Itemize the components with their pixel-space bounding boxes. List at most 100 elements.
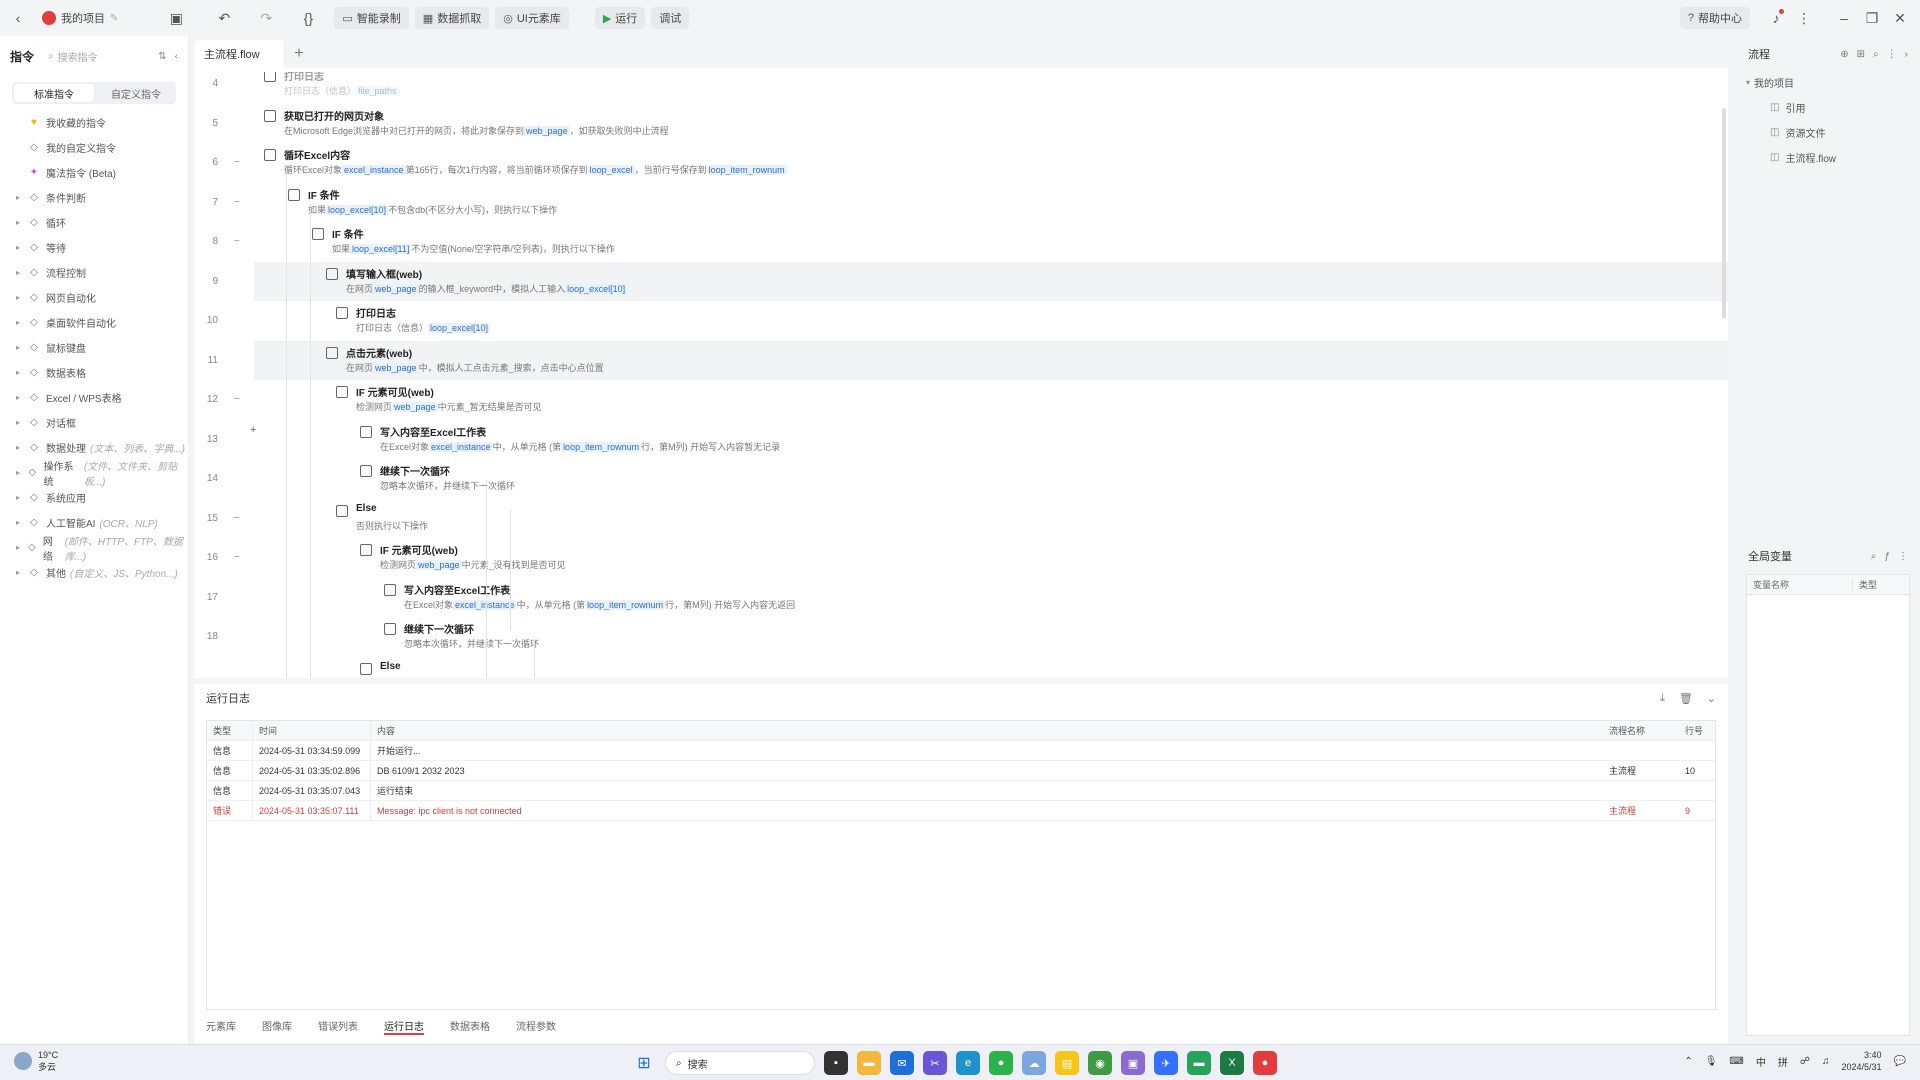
command-category-item[interactable]: ♥ 我收藏的指令 bbox=[0, 110, 188, 135]
taskbar-search[interactable]: ⌕ 搜索 bbox=[665, 1051, 815, 1075]
green-app-icon[interactable]: ▬ bbox=[1187, 1051, 1211, 1075]
fold-toggle[interactable]: − bbox=[234, 552, 240, 563]
flow-step-row[interactable]: 4 打印日志 打印日志（信息） file_paths bbox=[194, 72, 1728, 103]
volume-icon[interactable]: ♫ bbox=[1822, 1056, 1830, 1067]
search-icon[interactable]: ⌕ bbox=[1871, 551, 1877, 562]
flow-step-row[interactable]: 12− IF 元素可见(web) 检测网页 web_page 中元素_暂无结果是否可见 bbox=[194, 380, 1728, 419]
browser-icon[interactable]: ◉ bbox=[1088, 1051, 1112, 1075]
help-button[interactable]: ? 帮助中心 bbox=[1679, 7, 1750, 29]
add-tab-icon[interactable]: + bbox=[284, 40, 314, 68]
command-category-item[interactable]: ◇ 我的自定义指令 bbox=[0, 135, 188, 160]
windows-start-icon[interactable]: ⊞ bbox=[632, 1051, 656, 1075]
flow-step-row[interactable]: 14 继续下一次循环 忽略本次循环，并继续下一次循环 bbox=[194, 459, 1728, 498]
save-icon[interactable]: ▣ bbox=[162, 4, 190, 32]
insert-step-icon[interactable]: + bbox=[250, 424, 256, 436]
collapse-right-icon[interactable]: › bbox=[1905, 49, 1908, 60]
bottom-tab[interactable]: 流程参数 bbox=[516, 1018, 556, 1035]
flow-step-row[interactable]: 9 填写输入框(web) 在网页 web_page 的输入框_keyword中，模拟人工… bbox=[212, 261, 1728, 301]
snipping-icon[interactable]: ✂ bbox=[923, 1051, 947, 1075]
command-category-item[interactable]: ▸ ◇ 鼠标键盘 bbox=[0, 335, 188, 360]
command-category-item[interactable]: ▸ ◇ 操作系统 (文件、文件夹、剪贴板...) bbox=[0, 460, 188, 488]
command-category-item[interactable]: ▸ ◇ 对话框 bbox=[0, 410, 188, 435]
run-button[interactable]: ▶ 运行 bbox=[594, 7, 646, 29]
bottom-tab[interactable]: 数据表格 bbox=[450, 1018, 490, 1035]
flow-tree-item[interactable]: ◫ 资源文件 bbox=[1736, 120, 1920, 145]
log-row[interactable]: 信息 2024-05-31 03:35:02.896 DB 6109/1 2032 … bbox=[207, 760, 1715, 781]
more-icon[interactable]: ⋮ bbox=[1790, 4, 1818, 32]
fold-toggle[interactable]: − bbox=[234, 236, 240, 247]
bottom-tab[interactable]: 图像库 bbox=[262, 1018, 292, 1035]
command-category-item[interactable]: ▸ ◇ 流程控制 bbox=[0, 260, 188, 285]
command-category-item[interactable]: ▸ ◇ 网页自动化 bbox=[0, 285, 188, 310]
clock[interactable]: 3:40 2024/5/31 bbox=[1842, 1049, 1882, 1073]
undo-icon[interactable]: ↶ bbox=[210, 4, 238, 32]
mic-icon[interactable]: 🎙 bbox=[1705, 1056, 1718, 1067]
input-lang[interactable]: 中 bbox=[1756, 1054, 1766, 1069]
sort-icon[interactable]: ⇅ bbox=[158, 51, 166, 62]
command-category-item[interactable]: ▸ ◇ 桌面软件自动化 bbox=[0, 310, 188, 335]
notification-icon[interactable]: 💬 bbox=[1894, 1056, 1906, 1067]
excel-icon[interactable]: X bbox=[1220, 1051, 1244, 1075]
fold-toggle[interactable]: − bbox=[234, 197, 240, 208]
command-category-item[interactable]: ▸ ◇ 网络 (邮件、HTTP、FTP、数据库...) bbox=[0, 535, 188, 563]
edge-icon[interactable]: e bbox=[956, 1051, 980, 1075]
command-category-item[interactable]: ▸ ◇ 人工智能AI (OCR、NLP) bbox=[0, 510, 188, 535]
fold-toggle[interactable]: − bbox=[234, 157, 240, 168]
tab-standard[interactable]: 标准指令 bbox=[14, 84, 94, 102]
command-category-item[interactable]: ▸ ◇ 条件判断 bbox=[0, 185, 188, 210]
bell-icon[interactable]: ♪ bbox=[1762, 4, 1790, 32]
redo-icon[interactable]: ↷ bbox=[252, 4, 280, 32]
chevron-down-icon[interactable]: ⌄ bbox=[1707, 692, 1716, 705]
weather-widget[interactable]: 19°C 多云 bbox=[14, 1049, 58, 1073]
flow-tree-item[interactable]: ◫ 主流程.flow bbox=[1736, 145, 1920, 170]
cloud-icon[interactable]: ☁ bbox=[1022, 1051, 1046, 1075]
file-explorer-icon[interactable]: ▬ bbox=[857, 1051, 881, 1075]
bottom-tab[interactable]: 错误列表 bbox=[318, 1018, 358, 1035]
debug-button[interactable]: 调试 bbox=[651, 7, 690, 29]
command-category-item[interactable]: ▸ ◇ Excel / WPS表格 bbox=[0, 385, 188, 410]
flow-step-row[interactable]: 7 − IF 条件 如果 loop_excel[10] 不包含db(不区分大小写)，则执行… bbox=[194, 183, 1728, 222]
ui-elements-button[interactable]: ◎ UI元素库 bbox=[495, 7, 569, 29]
rpa-app-icon[interactable]: ● bbox=[1253, 1051, 1277, 1075]
chevron-up-icon[interactable]: ⌃ bbox=[1684, 1056, 1692, 1067]
back-icon[interactable]: ‹ bbox=[4, 4, 32, 32]
bottom-tab[interactable]: 元素库 bbox=[206, 1018, 236, 1035]
close-icon[interactable]: ✕ bbox=[1886, 4, 1914, 32]
add-flow-icon[interactable]: ⊕ bbox=[1840, 49, 1848, 60]
task-view-icon[interactable]: ▪ bbox=[824, 1051, 848, 1075]
flow-step-row[interactable]: Else bbox=[194, 657, 1728, 679]
flow-step-row[interactable]: 11 点击元素(web) 在网页 web_page 中，模拟人工点击元素_搜索，点击中心… bbox=[208, 340, 1728, 380]
command-category-item[interactable]: ▸ ◇ 其他 (自定义、JS、Python...) bbox=[0, 560, 188, 585]
app-purple-icon[interactable]: ▣ bbox=[1121, 1051, 1145, 1075]
flow-step-row[interactable]: 18 继续下一次循环 忽略本次循环，并继续下一次循环 bbox=[194, 617, 1728, 656]
project-title[interactable]: 我的项目 ✎ bbox=[42, 10, 118, 26]
command-search-input[interactable]: 搜索指令 bbox=[58, 49, 98, 64]
flow-step-row[interactable]: 13 写入内容至Excel工作表 在Excel对象 excel_instance 中，从… bbox=[194, 420, 1728, 459]
more-icon[interactable]: ⋮ bbox=[1898, 551, 1908, 562]
flow-step-row[interactable]: 10 打印日志 打印日志（信息） loop_excel[10] bbox=[194, 301, 1728, 340]
command-category-item[interactable]: ▸ ◇ 循环 bbox=[0, 210, 188, 235]
flow-tree-item[interactable]: ◫ 引用 bbox=[1736, 95, 1920, 120]
command-category-item[interactable]: ✦ 魔法指令 (Beta) bbox=[0, 160, 188, 185]
bracket-icon[interactable]: {} bbox=[294, 4, 322, 32]
minimize-icon[interactable]: – bbox=[1830, 4, 1858, 32]
trash-icon[interactable]: 🗑 bbox=[1679, 692, 1693, 705]
flow-step-row[interactable]: 5 获取已打开的网页对象 在Microsoft Edge浏览器中对已打开的网页，将此… bbox=[194, 104, 1728, 143]
command-category-item[interactable]: ▸ ◇ 数据表格 bbox=[0, 360, 188, 385]
log-row[interactable]: 信息 2024-05-31 03:35:07.043 运行结束 bbox=[207, 780, 1715, 801]
network-icon[interactable]: ☍ bbox=[1800, 1056, 1810, 1067]
function-icon[interactable]: ƒ bbox=[1884, 551, 1890, 562]
export-icon[interactable]: ⤓ bbox=[1660, 692, 1665, 705]
feishu-icon[interactable]: ✈ bbox=[1154, 1051, 1178, 1075]
flow-step-row[interactable]: 6 − 循环Excel内容 循环Excel对象 excel_instance 第165行，… bbox=[194, 143, 1728, 182]
flow-step-row[interactable]: 15 − Else 否则执行以下操作 bbox=[194, 499, 1728, 538]
more-icon[interactable]: ⋮ bbox=[1887, 49, 1897, 60]
keyboard-icon[interactable]: ⌨ bbox=[1729, 1056, 1743, 1067]
tree-root[interactable]: ▾ 我的项目 bbox=[1736, 70, 1920, 95]
restore-icon[interactable]: ❐ bbox=[1858, 4, 1886, 32]
notes-icon[interactable]: ▤ bbox=[1055, 1051, 1079, 1075]
tab-main-flow[interactable]: 主流程.flow bbox=[194, 40, 284, 68]
command-category-item[interactable]: ▸ ◇ 数据处理 (文本、列表、字典...) bbox=[0, 435, 188, 460]
edit-icon[interactable]: ✎ bbox=[110, 13, 118, 24]
fold-toggle[interactable]: − bbox=[234, 394, 240, 405]
